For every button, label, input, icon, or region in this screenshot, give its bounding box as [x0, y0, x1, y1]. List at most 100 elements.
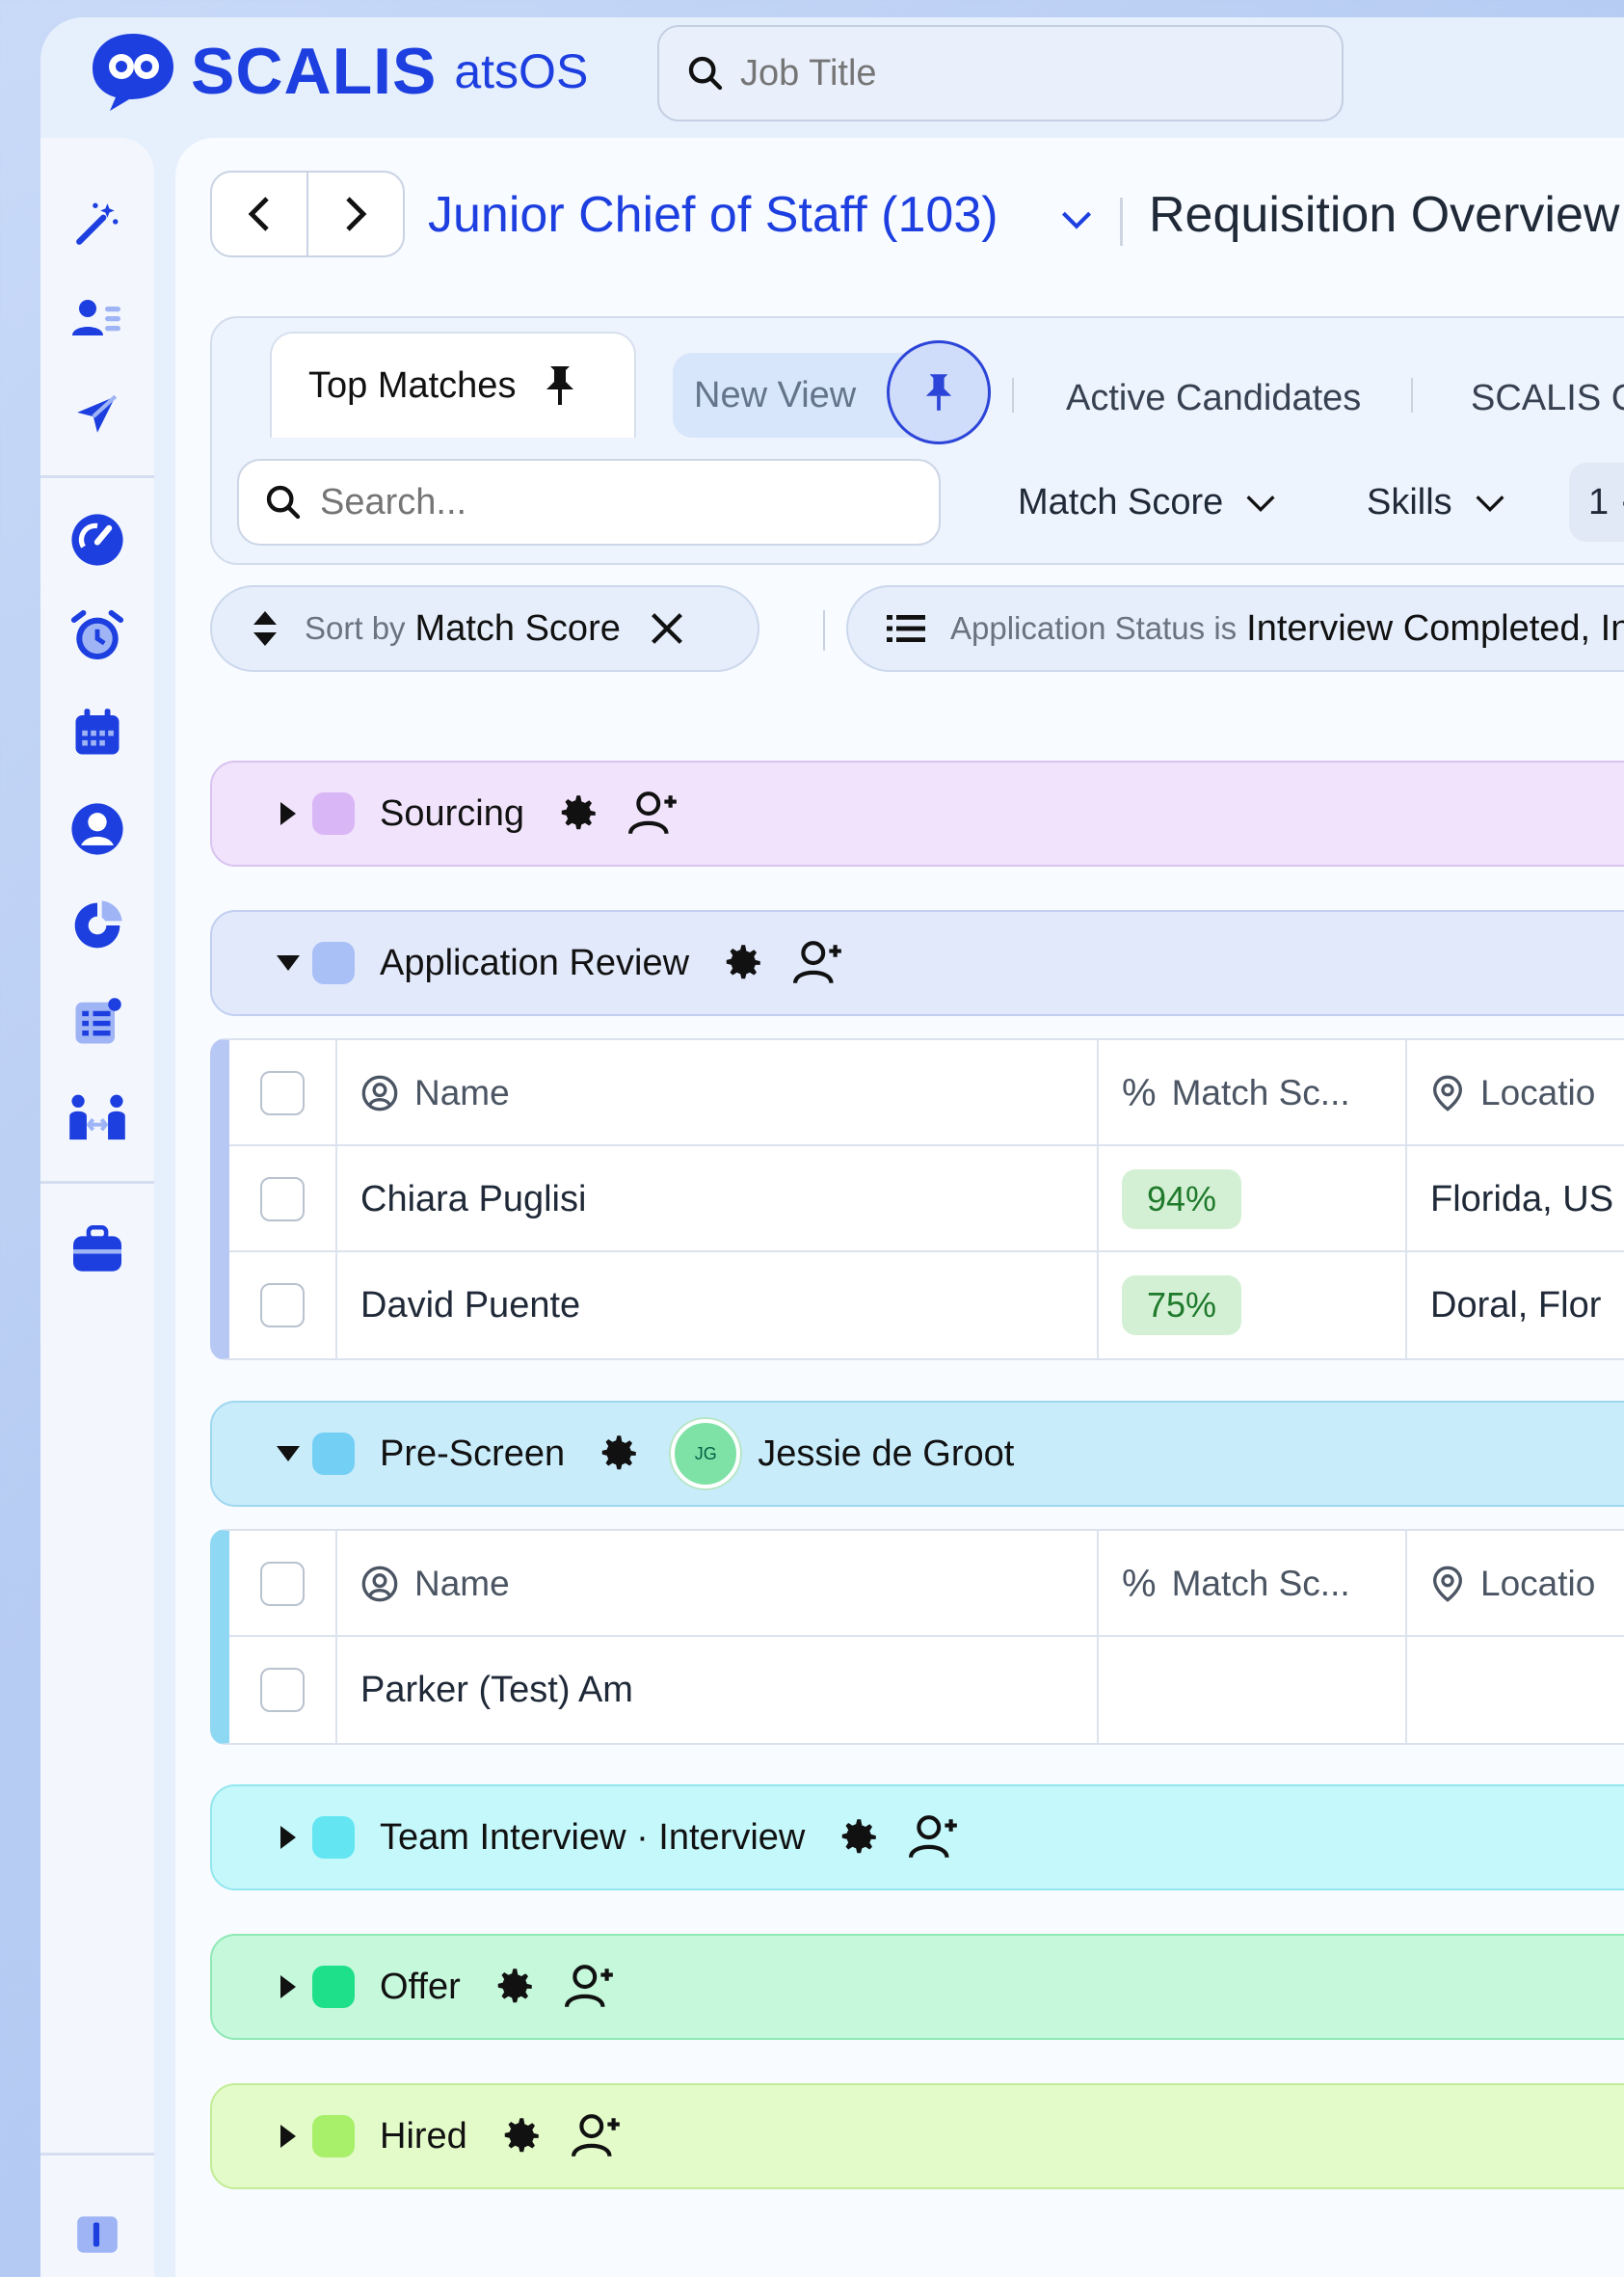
header-location[interactable]: Locatio	[1407, 1040, 1624, 1146]
pie-chart-icon[interactable]	[66, 894, 129, 957]
caret-down-icon[interactable]	[275, 1444, 302, 1463]
add-person-icon[interactable]	[793, 939, 845, 987]
caret-down-icon[interactable]	[275, 953, 302, 973]
left-rail	[40, 138, 154, 2277]
table-header-row: Name % Match Sc... Locatio	[229, 1531, 1624, 1637]
stage-hired[interactable]: Hired	[210, 2083, 1624, 2189]
tab-top-matches[interactable]: Top Matches	[270, 332, 636, 438]
header-location[interactable]: Locatio	[1407, 1531, 1624, 1637]
candidate-search-input[interactable]	[320, 481, 898, 523]
pre-screen-table: Name % Match Sc... Locatio Parker (Test)…	[210, 1529, 1624, 1745]
add-person-icon[interactable]	[627, 790, 680, 838]
back-button[interactable]	[212, 173, 308, 255]
row-checkbox[interactable]	[260, 1283, 305, 1327]
row-checkbox[interactable]	[260, 1177, 305, 1221]
briefcase-icon[interactable]	[66, 1218, 129, 1281]
caret-right-icon[interactable]	[279, 1973, 298, 2000]
add-person-icon[interactable]	[571, 2112, 624, 2160]
gear-icon[interactable]	[553, 790, 601, 838]
app-window: SCALIS atsOS Job Title Junior Chief of S…	[40, 17, 1624, 2277]
dashboard-gauge-icon[interactable]	[66, 508, 129, 572]
stage-color-swatch	[312, 942, 355, 984]
caret-right-icon[interactable]	[279, 1824, 298, 1851]
stage-pre-screen[interactable]: Pre-Screen JG Jessie de Groot	[210, 1401, 1624, 1507]
more-filters[interactable]: 1 · La	[1569, 463, 1624, 542]
gear-icon[interactable]	[834, 1813, 882, 1862]
location-pin-icon	[1432, 1075, 1463, 1112]
stage-owner-name[interactable]: Jessie de Groot	[758, 1433, 1014, 1475]
user-circle-icon	[361, 1566, 398, 1602]
tab-scalis-candidates[interactable]: SCALIS Car	[1471, 378, 1624, 419]
add-person-icon[interactable]	[909, 1813, 961, 1862]
send-icon[interactable]	[66, 383, 129, 446]
header-name[interactable]: Name	[337, 1040, 1099, 1146]
users-icon[interactable]	[66, 286, 129, 350]
pin-new-view-button[interactable]	[887, 340, 991, 444]
status-value: Interview Completed, In	[1246, 607, 1624, 649]
pin-icon[interactable]	[545, 364, 575, 407]
history-nav	[210, 171, 405, 257]
skills-filter[interactable]: Skills	[1367, 482, 1506, 523]
list-icon[interactable]	[66, 990, 129, 1054]
magic-wand-icon[interactable]	[66, 192, 129, 255]
sort-prefix: Sort by	[305, 610, 406, 646]
filter-label: Skills	[1367, 482, 1452, 522]
gear-icon[interactable]	[490, 1963, 538, 2011]
select-all-checkbox[interactable]	[260, 1071, 305, 1115]
row-checkbox[interactable]	[260, 1668, 305, 1712]
select-all-checkbox[interactable]	[260, 1562, 305, 1606]
sort-chip[interactable]: Sort by Match Score	[210, 585, 759, 672]
search-icon	[266, 485, 301, 520]
add-person-icon[interactable]	[564, 1963, 617, 2011]
candidate-name[interactable]: Parker (Test) Am	[360, 1670, 633, 1711]
header-label: Match Sc...	[1171, 1073, 1350, 1112]
alarm-clock-icon[interactable]	[66, 604, 129, 668]
gear-icon[interactable]	[496, 2112, 545, 2160]
match-score-badge: 94%	[1122, 1169, 1242, 1229]
stage-color-swatch	[312, 1966, 355, 2008]
tab-label: Top Matches	[308, 364, 517, 406]
gear-icon[interactable]	[718, 939, 766, 987]
views-card: Top Matches New View Active Candidates S…	[210, 316, 1624, 565]
stage-offer[interactable]: Offer	[210, 1934, 1624, 2040]
status-filter-chip[interactable]: Application Status is Interview Complete…	[846, 585, 1624, 672]
chevron-down-icon[interactable]	[1060, 209, 1093, 230]
team-connect-icon[interactable]	[66, 1086, 129, 1150]
chevron-down-icon	[1476, 495, 1504, 512]
forward-button[interactable]	[308, 173, 403, 255]
stage-team-interview[interactable]: Team Interview · Interview	[210, 1784, 1624, 1890]
candidate-location: Doral, Flor	[1430, 1284, 1602, 1326]
table-row[interactable]: Parker (Test) Am	[229, 1637, 1624, 1743]
stage-color-swatch	[312, 1433, 355, 1475]
avatar[interactable]: JG	[671, 1419, 741, 1488]
job-title-input[interactable]	[740, 52, 1280, 94]
profile-icon[interactable]	[66, 797, 129, 861]
candidate-search[interactable]	[237, 459, 941, 546]
header-name[interactable]: Name	[337, 1531, 1099, 1637]
location-pin-icon	[1432, 1566, 1463, 1602]
job-title-search[interactable]	[657, 25, 1344, 121]
header-label: Name	[414, 1564, 510, 1603]
calendar-icon[interactable]	[66, 701, 129, 764]
close-icon[interactable]	[650, 611, 684, 646]
stage-application-review[interactable]: Application Review	[210, 910, 1624, 1016]
table-row[interactable]: David Puente 75% Doral, Flor	[229, 1252, 1624, 1358]
header-match-score[interactable]: % Match Sc...	[1099, 1531, 1407, 1637]
caret-right-icon[interactable]	[279, 2123, 298, 2150]
candidate-name[interactable]: Chiara Puglisi	[360, 1179, 586, 1220]
match-score-filter[interactable]: Match Score	[1018, 482, 1277, 523]
list-filter-icon	[887, 615, 925, 642]
caret-right-icon[interactable]	[279, 800, 298, 827]
logo[interactable]: SCALIS atsOS	[87, 33, 588, 111]
requisition-title[interactable]: Junior Chief of Staff (103)	[428, 186, 998, 244]
header-label: Locatio	[1480, 1564, 1596, 1603]
sidebar-toggle-icon[interactable]	[66, 2203, 129, 2266]
stage-sourcing[interactable]: Sourcing	[210, 761, 1624, 867]
stage-label: Pre-Screen	[380, 1433, 566, 1474]
header-match-score[interactable]: % Match Sc...	[1099, 1040, 1407, 1146]
candidate-name[interactable]: David Puente	[360, 1285, 580, 1326]
candidate-location: Florida, US	[1430, 1178, 1614, 1219]
table-row[interactable]: Chiara Puglisi 94% Florida, US	[229, 1146, 1624, 1252]
tab-active-candidates[interactable]: Active Candidates	[1066, 378, 1361, 419]
gear-icon[interactable]	[594, 1430, 642, 1478]
